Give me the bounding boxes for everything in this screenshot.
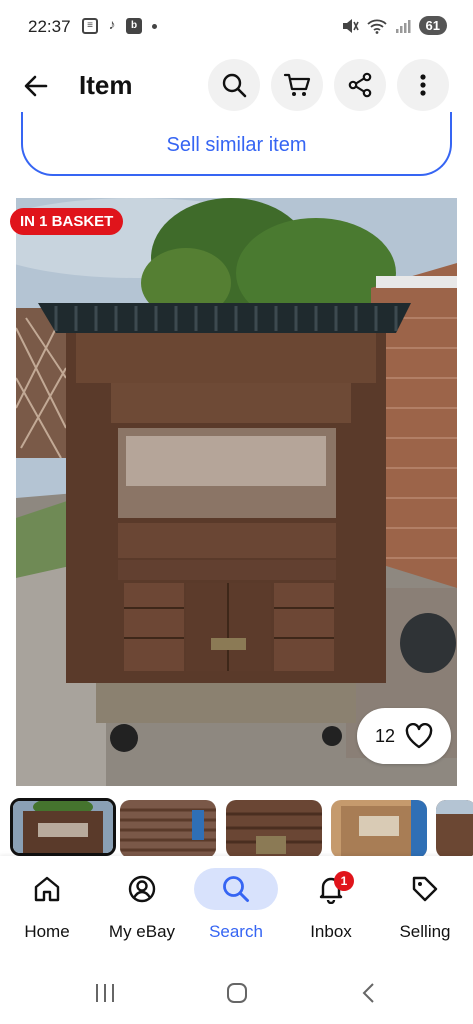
share-button[interactable]: [334, 59, 386, 111]
chevron-left-icon: [362, 983, 374, 1003]
tag-icon: [412, 876, 438, 902]
nav-inbox-label: Inbox: [310, 922, 352, 941]
nav-search[interactable]: Search: [189, 868, 283, 958]
nav-home[interactable]: Home: [0, 868, 94, 958]
thumbnail-3-image: [226, 800, 322, 858]
share-icon: [348, 72, 372, 98]
home-icon: [34, 876, 60, 902]
arrow-left-icon: [24, 75, 48, 97]
nav-inbox[interactable]: 1 Inbox: [284, 868, 378, 958]
news-icon: ≡: [82, 18, 98, 34]
search-icon: [223, 876, 249, 902]
nav-my-ebay-label: My eBay: [108, 922, 176, 941]
nav-home-label: Home: [24, 922, 70, 941]
cart-icon: [283, 73, 311, 96]
tiktok-icon: ♪: [108, 16, 116, 32]
thumbnail-4-image: [331, 800, 427, 858]
thumbnail-5[interactable]: [436, 800, 473, 858]
wifi-icon: [366, 19, 387, 34]
page-title: Item: [79, 70, 133, 100]
inbox-badge: 1: [334, 871, 354, 891]
thumbnail-strip: [10, 798, 473, 858]
app-header: Item: [0, 56, 473, 116]
account-icon: [128, 875, 156, 903]
status-time: 22:37: [28, 17, 71, 36]
battery-indicator: 61: [418, 16, 447, 35]
in-basket-badge: IN 1 BASKET: [10, 208, 124, 235]
system-navigation-bar: [0, 962, 473, 1024]
cart-button[interactable]: [271, 59, 323, 111]
more-notifications-icon: [152, 23, 157, 29]
search-button[interactable]: [208, 59, 260, 111]
more-options-button[interactable]: [397, 59, 449, 111]
recent-apps-button[interactable]: [90, 978, 120, 1008]
b-app-icon: b: [126, 18, 142, 34]
home-system-button[interactable]: [222, 978, 252, 1008]
bottom-navigation: Home My eBay Search 1 Inbox Selling: [0, 856, 473, 962]
home-square-icon: [227, 983, 247, 1003]
thumbnail-2[interactable]: [120, 800, 216, 858]
recent-apps-icon: [96, 984, 114, 1002]
notification-icons: ≡ ♪ b: [82, 16, 157, 34]
heart-icon: [405, 723, 433, 749]
thumbnail-5-image: [436, 800, 473, 858]
thumbnail-2-image: [120, 800, 216, 858]
thumbnail-1-image: [13, 801, 113, 853]
nav-selling-label: Selling: [399, 922, 451, 941]
sell-similar-button[interactable]: Sell similar item: [21, 112, 452, 176]
mute-icon: [342, 18, 359, 33]
status-bar: 22:37 ≡ ♪ b 61: [0, 0, 473, 56]
back-button[interactable]: [18, 68, 54, 104]
watch-button[interactable]: 12: [357, 708, 451, 764]
thumbnail-3[interactable]: [226, 800, 322, 858]
nav-search-label: Search: [209, 922, 263, 941]
watch-count: 12: [374, 725, 396, 746]
system-status: 61: [341, 16, 447, 35]
nav-selling[interactable]: Selling: [378, 868, 472, 958]
nav-my-ebay[interactable]: My eBay: [95, 868, 189, 958]
hutch-photo: [16, 198, 457, 786]
thumbnail-1[interactable]: [10, 798, 116, 856]
more-vertical-icon: [420, 74, 426, 96]
listing-main-image[interactable]: [16, 198, 457, 786]
thumbnail-4[interactable]: [331, 800, 427, 858]
search-icon: [222, 73, 247, 98]
back-system-button[interactable]: [354, 978, 384, 1008]
signal-icon: [395, 19, 411, 33]
